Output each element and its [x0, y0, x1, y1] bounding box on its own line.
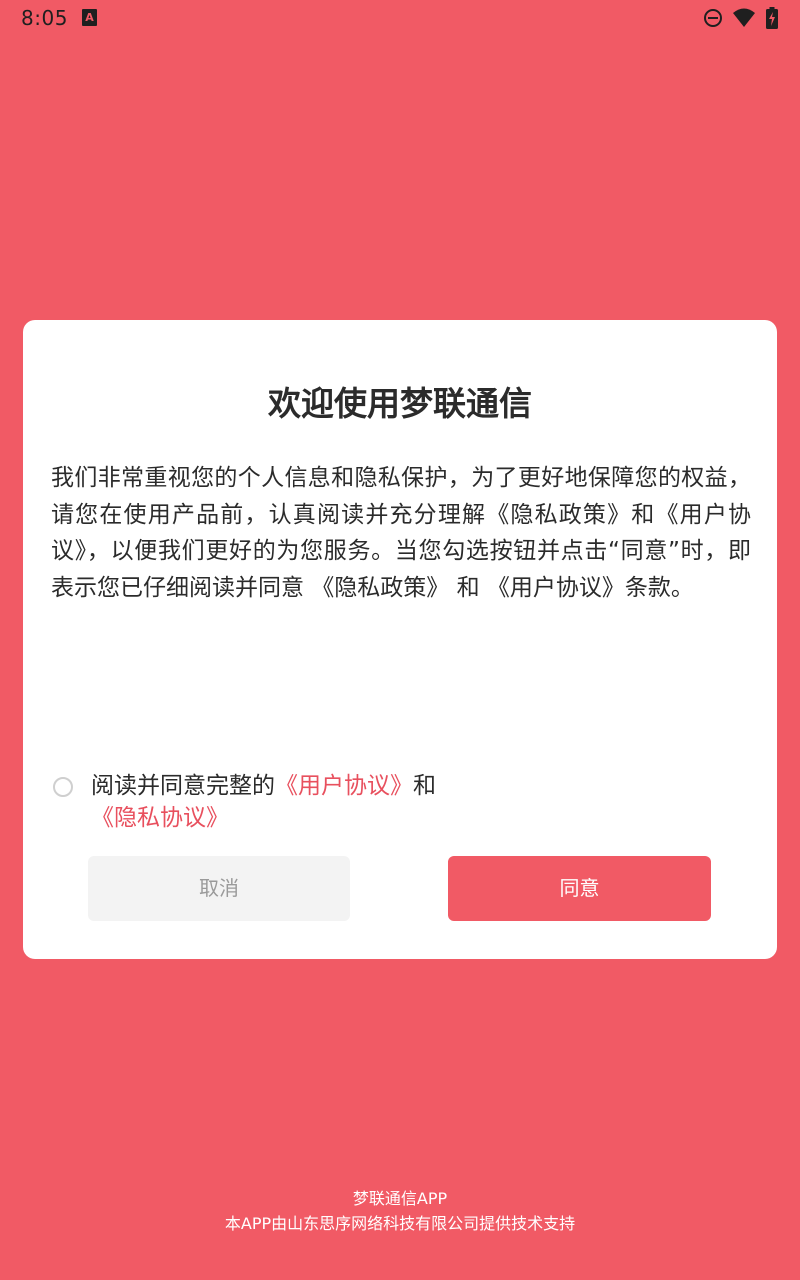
battery-charging-icon — [766, 7, 778, 29]
footer-support-text: 本APP由山东思序网络科技有限公司提供技术支持 — [224, 1214, 576, 1233]
privacy-dialog: 欢迎使用梦联通信 我们非常重视您的个人信息和隐私保护，为了更好地保障您的权益，请… — [23, 320, 777, 959]
dialog-body-text: 我们非常重视您的个人信息和隐私保护，为了更好地保障您的权益，请您在使用产品前，认… — [51, 465, 751, 601]
agree-conjunction: 和 — [413, 773, 436, 799]
agree-text: 阅读并同意完整的《用户协议》和《隐私协议》 — [91, 770, 491, 834]
wifi-icon — [733, 8, 755, 27]
agree-prefix: 阅读并同意完整的 — [91, 773, 275, 799]
cancel-button[interactable]: 取消 — [88, 856, 350, 921]
user-agreement-link[interactable]: 《用户协议》 — [275, 773, 413, 799]
app-notification-icon: A — [82, 9, 97, 26]
agree-radio[interactable] — [53, 777, 73, 797]
privacy-agreement-link[interactable]: 《隐私协议》 — [91, 805, 229, 831]
footer: 梦联通信APP 本APP由山东思序网络科技有限公司提供技术支持 — [0, 1186, 800, 1236]
dnd-icon — [704, 9, 722, 27]
dialog-title: 欢迎使用梦联通信 — [268, 384, 532, 423]
status-bar: 8:05 A — [0, 0, 800, 36]
agree-button[interactable]: 同意 — [448, 856, 711, 921]
status-time: 8:05 — [21, 6, 68, 30]
footer-app-name: 梦联通信APP — [352, 1189, 448, 1208]
